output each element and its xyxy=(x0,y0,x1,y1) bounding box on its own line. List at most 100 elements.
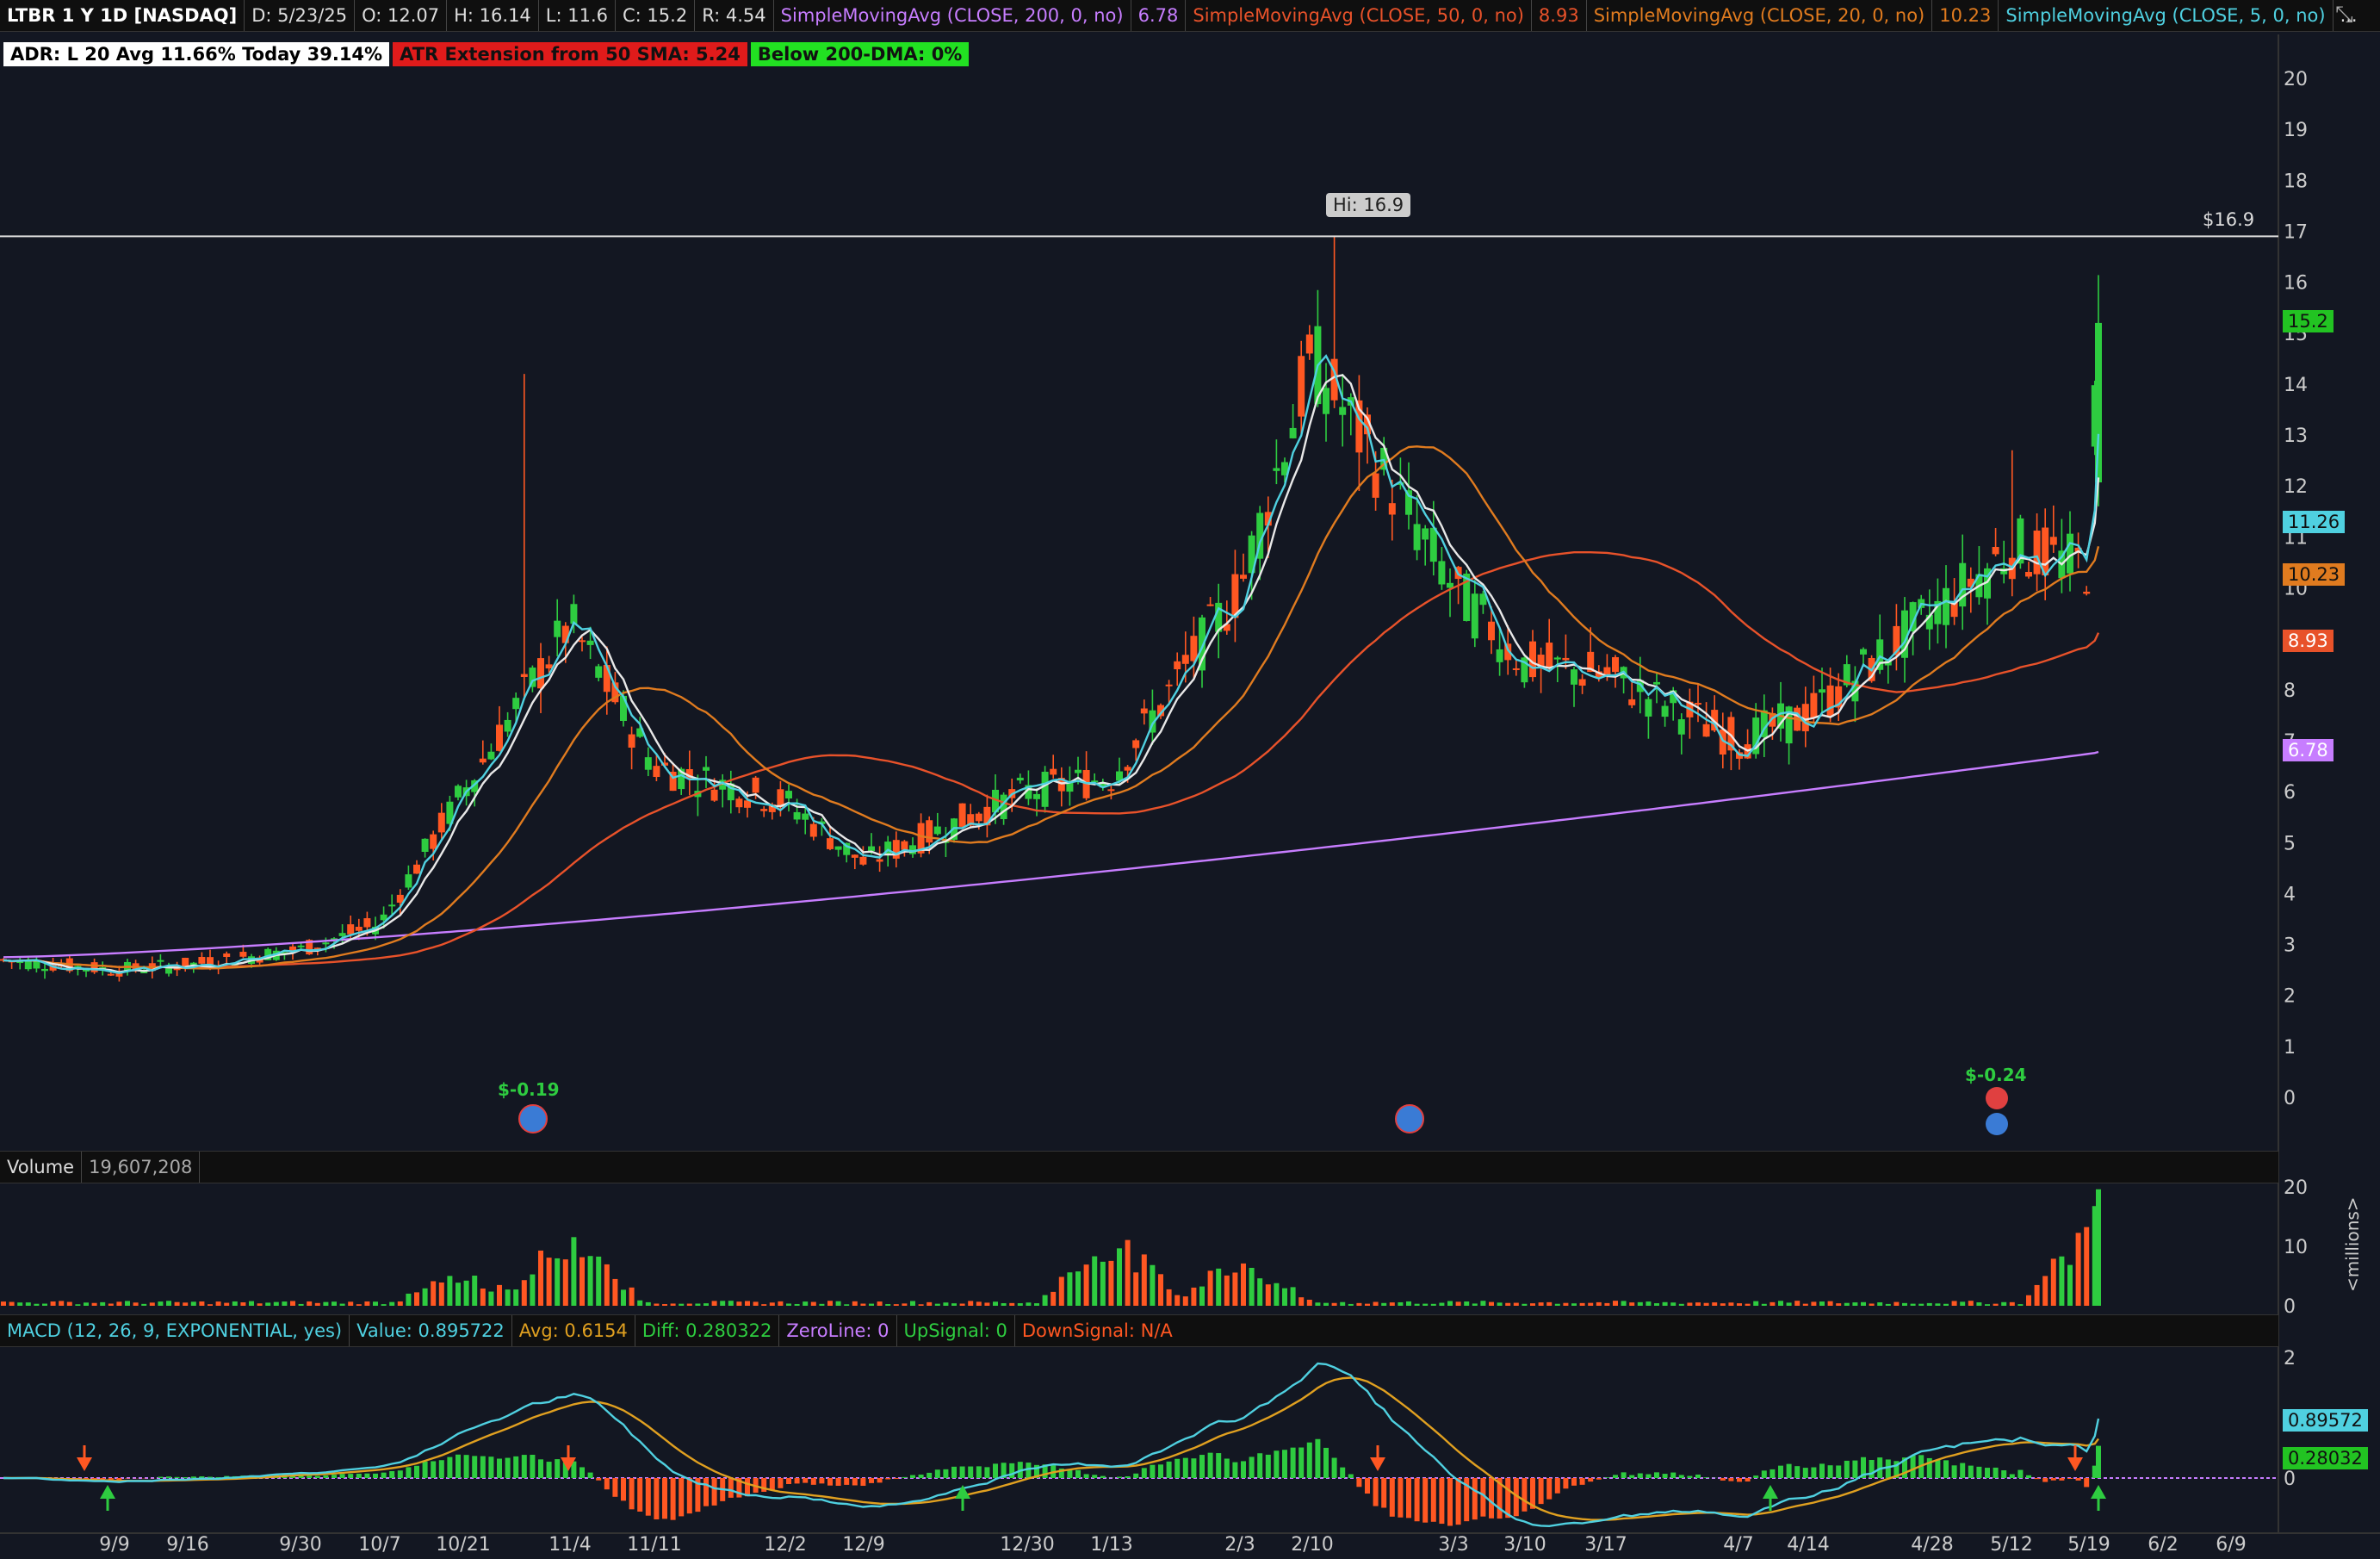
volume-bar xyxy=(596,1256,602,1306)
macd-histogram-bar xyxy=(786,1478,791,1485)
macd-histogram-bar xyxy=(1042,1464,1048,1478)
volume-bar xyxy=(1125,1239,1131,1306)
macd-histogram-bar xyxy=(414,1465,419,1478)
candle-body xyxy=(1992,546,1999,555)
volume-bar xyxy=(918,1304,924,1306)
macd-histogram-bar xyxy=(2042,1478,2048,1482)
sma20-label[interactable]: SimpleMovingAvg (CLOSE, 20, 0, no) xyxy=(1587,0,1933,31)
macd-histogram-bar xyxy=(389,1470,395,1478)
sma5-label[interactable]: SimpleMovingAvg (CLOSE, 5, 0, no) xyxy=(1999,0,2334,31)
volume-bar xyxy=(1290,1287,1296,1306)
volume-bar xyxy=(1770,1301,1776,1306)
macd-histogram-bar xyxy=(1158,1464,1163,1478)
volume-bar xyxy=(612,1278,618,1306)
macd-histogram-bar xyxy=(1802,1468,1808,1478)
volume-bar xyxy=(538,1250,543,1306)
volume-bar xyxy=(1877,1302,1883,1306)
event-icon[interactable] xyxy=(1986,1113,2008,1135)
candle-body xyxy=(1438,561,1446,585)
macd-histogram-bar xyxy=(1687,1475,1693,1478)
volume-bar xyxy=(1150,1264,1156,1306)
macd-histogram-bar xyxy=(1117,1476,1122,1478)
macd-histogram-bar xyxy=(951,1466,957,1478)
candle-body xyxy=(338,933,346,936)
volume-bar xyxy=(1836,1303,1842,1306)
macd-value-line xyxy=(3,1362,2100,1528)
candle-body xyxy=(1578,679,1586,686)
candle-body xyxy=(694,791,702,798)
x-tick-label: 4/28 xyxy=(1911,1534,1953,1556)
macd-histogram-bar xyxy=(190,1476,196,1478)
dividend-icon[interactable] xyxy=(1395,1104,1424,1134)
macd-histogram-bar xyxy=(1274,1450,1280,1478)
macd-histogram-bar xyxy=(1249,1457,1255,1478)
candle-body xyxy=(1479,593,1487,606)
macd-histogram-bar xyxy=(530,1454,536,1478)
volume-bar xyxy=(224,1302,230,1306)
candle-body xyxy=(1504,643,1512,661)
candle-body xyxy=(1571,669,1577,685)
macd-label[interactable]: MACD (12, 26, 9, EXPONENTIAL, yes) xyxy=(0,1315,350,1346)
candle-body xyxy=(1496,649,1503,662)
candle-body xyxy=(99,967,107,971)
candle-body xyxy=(239,952,247,957)
candle-body xyxy=(710,789,718,801)
candle-body xyxy=(437,812,445,833)
macd-histogram-bar xyxy=(282,1475,288,1478)
volume-bar xyxy=(307,1301,313,1306)
candle-body xyxy=(669,771,677,792)
candle-body xyxy=(1091,780,1099,783)
earnings-icon[interactable] xyxy=(518,1104,548,1134)
macd-histogram-bar xyxy=(571,1461,577,1478)
macd-histogram-bar xyxy=(1505,1478,1511,1519)
volume-bar xyxy=(1133,1272,1139,1306)
macd-zeroline: ZeroLine: 0 xyxy=(779,1315,897,1346)
volume-label[interactable]: Volume xyxy=(0,1152,83,1183)
volume-bar xyxy=(497,1284,502,1306)
macd-histogram-bar xyxy=(1613,1475,1618,1478)
earnings-icon[interactable] xyxy=(1986,1087,2008,1109)
candle-body xyxy=(380,914,387,921)
volume-bar xyxy=(1960,1301,1966,1306)
macd-histogram-bar xyxy=(1348,1474,1354,1478)
y-tick-label: 1 xyxy=(2284,1037,2296,1059)
volume-bar xyxy=(174,1301,180,1306)
macd-histogram-bar xyxy=(769,1478,775,1491)
candle-body xyxy=(1157,705,1164,717)
volume-bar xyxy=(1175,1295,1181,1306)
macd-histogram-bar xyxy=(1265,1454,1271,1478)
sma50-label[interactable]: SimpleMovingAvg (CLOSE, 50, 0, no) xyxy=(1186,0,1532,31)
volume-bar xyxy=(1480,1301,1486,1306)
macd-histogram-bar xyxy=(265,1475,271,1478)
volume-bar xyxy=(1943,1303,1949,1306)
macd-histogram-bar xyxy=(2034,1478,2040,1480)
macd-histogram-bar xyxy=(819,1478,825,1484)
x-tick-label: 1/13 xyxy=(1090,1534,1132,1556)
macd-histogram-bar xyxy=(2067,1478,2073,1479)
volume-bar xyxy=(1802,1303,1808,1306)
candle-body xyxy=(1653,681,1660,685)
volume-bar xyxy=(976,1301,982,1306)
macd-histogram-bar xyxy=(59,1478,65,1481)
volume-bar xyxy=(364,1301,370,1306)
collapse-icon[interactable]: ⤡ xyxy=(2335,2,2363,29)
sma200-label[interactable]: SimpleMovingAvg (CLOSE, 200, 0, no) xyxy=(774,0,1131,31)
candle-body xyxy=(611,682,619,703)
candle-body xyxy=(1943,587,1949,625)
candle-body xyxy=(843,842,851,855)
macd-histogram-bar xyxy=(1182,1457,1188,1478)
volume-bar xyxy=(1637,1301,1643,1306)
symbol-label[interactable]: LTBR 1 Y 1D [NASDAQ] xyxy=(0,0,245,31)
candle-body xyxy=(892,840,900,859)
macd-histogram-bar xyxy=(877,1478,883,1483)
candle-body xyxy=(876,859,883,862)
macd-histogram-bar xyxy=(339,1474,345,1478)
candle-body xyxy=(1116,771,1123,781)
candle-body xyxy=(992,789,999,813)
candle-body xyxy=(413,864,420,874)
macd-histogram-bar xyxy=(893,1478,899,1479)
candle-body xyxy=(124,961,131,972)
volume-bar xyxy=(373,1301,378,1306)
candle-body xyxy=(1967,578,1974,587)
candle-body xyxy=(603,665,610,693)
